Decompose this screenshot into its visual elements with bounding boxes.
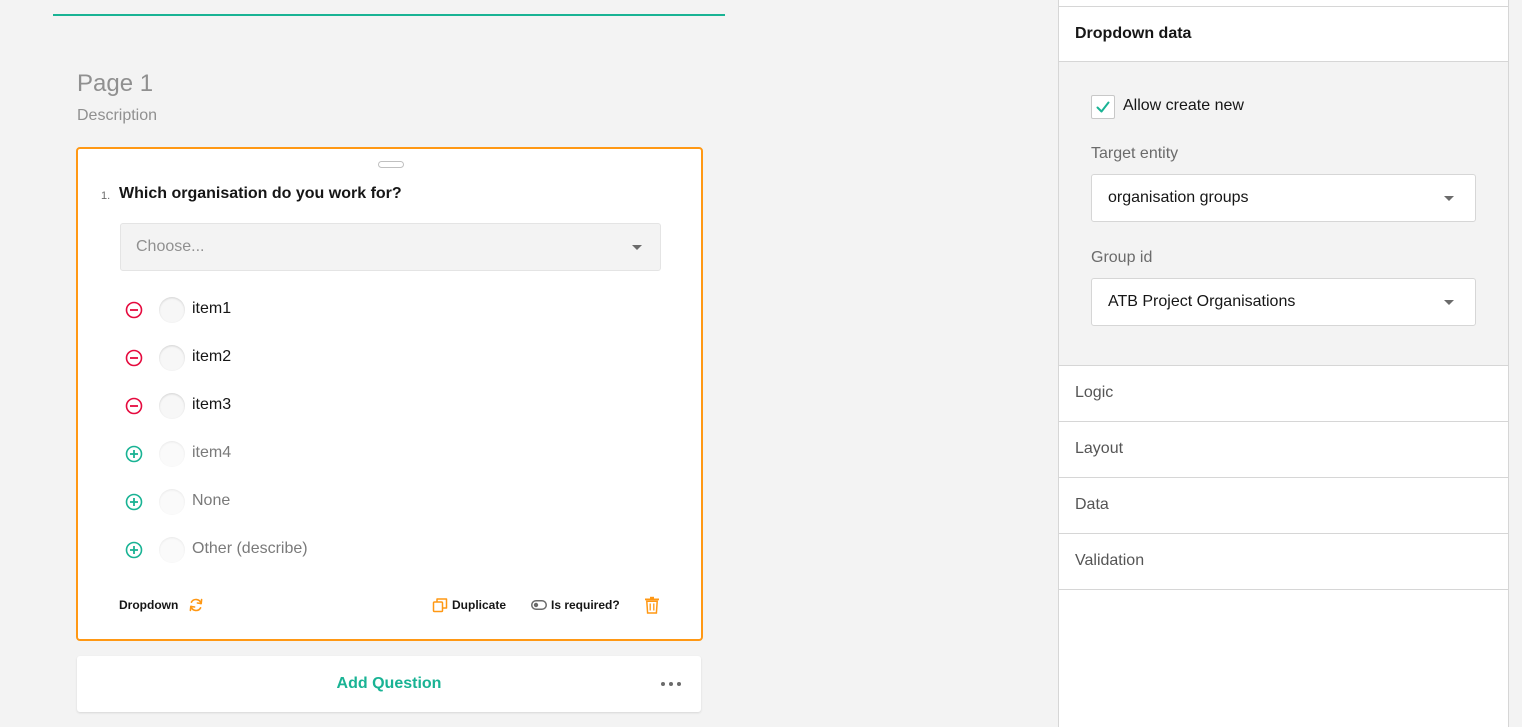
page-top-divider <box>53 14 725 16</box>
minus-circle-icon[interactable] <box>125 349 143 367</box>
add-question-bar: Add Question <box>77 656 701 712</box>
plus-circle-icon[interactable] <box>125 541 143 559</box>
plus-circle-icon[interactable] <box>125 493 143 511</box>
checkmark-icon <box>1096 101 1110 113</box>
section-logic[interactable]: Logic <box>1059 366 1508 422</box>
drag-handle[interactable] <box>378 161 404 168</box>
choice-item: item2 <box>125 345 525 371</box>
dropdown-data-body: Allow create new Target entity organisat… <box>1059 62 1508 366</box>
trash-icon[interactable] <box>644 596 660 614</box>
choice-label[interactable]: item1 <box>192 300 231 318</box>
radio-button <box>159 297 185 323</box>
section-title: Logic <box>1075 384 1114 401</box>
choice-item: item3 <box>125 393 525 419</box>
page-description[interactable]: Description <box>77 107 157 125</box>
section-title: Validation <box>1075 552 1145 569</box>
choice-item: None <box>125 489 525 515</box>
refresh-icon[interactable] <box>188 597 204 613</box>
target-entity-label: Target entity <box>1091 145 1179 162</box>
duplicate-icon[interactable] <box>432 597 448 613</box>
question-title[interactable]: Which organisation do you work for? <box>119 185 402 203</box>
question-card[interactable]: 1. Which organisation do you work for? C… <box>76 147 703 641</box>
allow-create-new-label: Allow create new <box>1123 97 1244 114</box>
group-id-select[interactable]: ATB Project Organisations <box>1091 278 1476 326</box>
duplicate-button[interactable]: Duplicate <box>452 598 506 612</box>
chevron-down-icon <box>1444 300 1454 305</box>
radio-button <box>159 489 185 515</box>
choice-label[interactable]: Other (describe) <box>192 540 308 558</box>
choice-label[interactable]: item4 <box>192 444 231 462</box>
section-title: Layout <box>1075 440 1124 457</box>
survey-designer-canvas: Page 1 Description 1. Which organisation… <box>0 0 1058 727</box>
minus-circle-icon[interactable] <box>125 301 143 319</box>
toggle-icon[interactable] <box>531 600 547 610</box>
section-layout[interactable]: Layout <box>1059 422 1508 478</box>
choice-item: Other (describe) <box>125 537 525 563</box>
minus-circle-icon[interactable] <box>125 397 143 415</box>
is-required-toggle[interactable]: Is required? <box>551 598 620 612</box>
radio-button <box>159 537 185 563</box>
add-question-button[interactable]: Add Question <box>77 656 701 712</box>
choice-label[interactable]: item2 <box>192 348 231 366</box>
choice-item: item1 <box>125 297 525 323</box>
choice-item: item4 <box>125 441 525 467</box>
radio-button <box>159 441 185 467</box>
radio-button <box>159 393 185 419</box>
question-type-label[interactable]: Dropdown <box>119 598 178 612</box>
chevron-down-icon <box>1444 196 1454 201</box>
dropdown-placeholder: Choose... <box>136 238 205 255</box>
radio-button <box>159 345 185 371</box>
group-id-value: ATB Project Organisations <box>1108 293 1296 310</box>
target-entity-select[interactable]: organisation groups <box>1091 174 1476 222</box>
question-toolbar: Dropdown Duplicate Is required? <box>78 595 701 619</box>
question-number: 1. <box>101 190 111 202</box>
choice-label[interactable]: None <box>192 492 230 510</box>
section-dropdown-data[interactable]: Dropdown data <box>1059 6 1508 62</box>
section-title: Dropdown data <box>1075 25 1192 42</box>
section-title: Data <box>1075 496 1109 513</box>
group-id-label: Group id <box>1091 249 1153 266</box>
target-entity-value: organisation groups <box>1108 189 1249 206</box>
question-dropdown[interactable]: Choose... <box>120 223 661 271</box>
plus-circle-icon[interactable] <box>125 445 143 463</box>
allow-create-new-checkbox[interactable] <box>1091 95 1115 119</box>
choice-label[interactable]: item3 <box>192 396 231 414</box>
section-data[interactable]: Data <box>1059 478 1508 534</box>
property-panel: Dropdown data Allow create new Target en… <box>1058 0 1509 727</box>
page-title[interactable]: Page 1 <box>77 70 153 98</box>
chevron-down-icon <box>632 245 642 250</box>
more-dots-icon[interactable] <box>661 675 685 693</box>
section-validation[interactable]: Validation <box>1059 534 1508 590</box>
